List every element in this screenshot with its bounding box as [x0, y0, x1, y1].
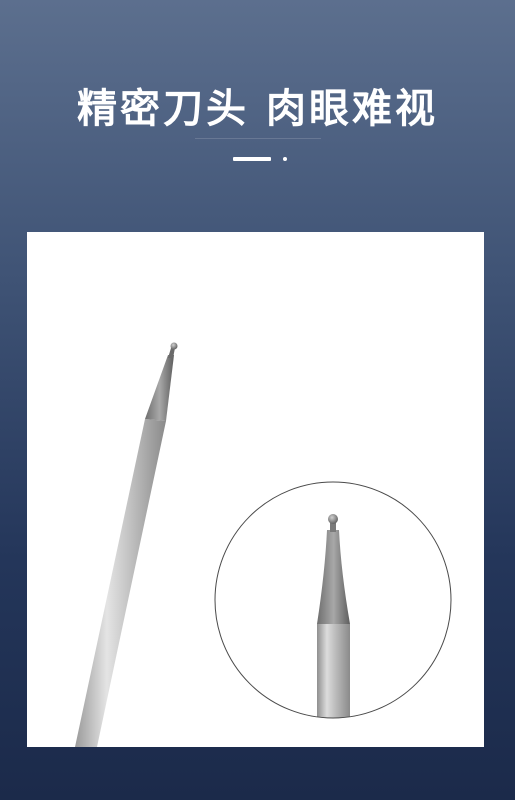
product-photo-card — [27, 232, 484, 747]
title-underline-rule — [195, 138, 321, 139]
decorative-dot — [283, 157, 287, 161]
headline-title: 精密刀头 肉眼难视 — [77, 86, 438, 132]
burr-taper — [145, 355, 174, 421]
burr-shank — [75, 419, 166, 747]
burr-neck — [168, 348, 175, 358]
burr-ball-tip — [170, 342, 178, 350]
product-illustration — [75, 342, 452, 747]
magnified-ball-tip — [328, 514, 338, 524]
decorative-dash — [233, 157, 271, 161]
